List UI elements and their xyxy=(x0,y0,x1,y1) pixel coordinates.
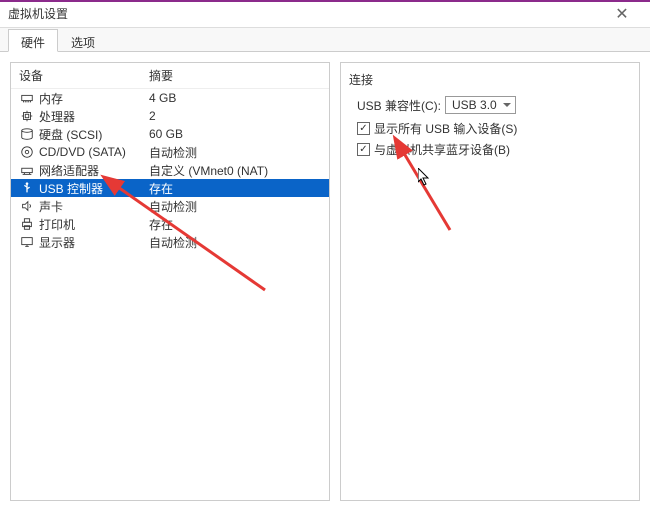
usb-icon xyxy=(19,180,35,196)
share-bluetooth-checkbox[interactable]: ✓ xyxy=(357,143,370,156)
device-summary: 4 GB xyxy=(149,91,321,105)
device-summary: 自动检测 xyxy=(149,234,321,251)
device-summary: 60 GB xyxy=(149,127,321,141)
connection-group-label: 连接 xyxy=(349,71,631,88)
device-name: 硬盘 (SCSI) xyxy=(39,126,149,143)
device-name: 声卡 xyxy=(39,198,149,215)
tab-hardware[interactable]: 硬件 xyxy=(8,29,58,52)
device-row-cpu[interactable]: 处理器2 xyxy=(11,107,329,125)
memory-icon xyxy=(19,90,35,106)
device-row-network[interactable]: 网络适配器自定义 (VMnet0 (NAT) xyxy=(11,161,329,179)
device-summary: 存在 xyxy=(149,180,321,197)
device-summary: 2 xyxy=(149,109,321,123)
device-summary: 自动检测 xyxy=(149,144,321,161)
device-name: 处理器 xyxy=(39,108,149,125)
sound-icon xyxy=(19,198,35,214)
disk-icon xyxy=(19,126,35,142)
device-name: USB 控制器 xyxy=(39,180,149,197)
device-row-printer[interactable]: 打印机存在 xyxy=(11,215,329,233)
show-all-usb-label: 显示所有 USB 输入设备(S) xyxy=(374,120,517,137)
device-name: 打印机 xyxy=(39,216,149,233)
header-summary: 摘要 xyxy=(149,67,321,84)
tab-options[interactable]: 选项 xyxy=(58,29,108,52)
device-summary: 存在 xyxy=(149,216,321,233)
device-summary: 自定义 (VMnet0 (NAT) xyxy=(149,162,321,179)
device-name: CD/DVD (SATA) xyxy=(39,145,149,159)
device-name: 内存 xyxy=(39,90,149,107)
device-summary: 自动检测 xyxy=(149,198,321,215)
display-icon xyxy=(19,234,35,250)
device-name: 网络适配器 xyxy=(39,162,149,179)
device-row-memory[interactable]: 内存4 GB xyxy=(11,89,329,107)
device-name: 显示器 xyxy=(39,234,149,251)
window-title: 虚拟机设置 xyxy=(8,5,602,22)
device-row-display[interactable]: 显示器自动检测 xyxy=(11,233,329,251)
printer-icon xyxy=(19,216,35,232)
connection-panel: 连接 USB 兼容性(C): USB 3.0 ✓ 显示所有 USB 输入设备(S… xyxy=(340,62,640,501)
share-bluetooth-label: 与虚拟机共享蓝牙设备(B) xyxy=(374,141,510,158)
device-row-sound[interactable]: 声卡自动检测 xyxy=(11,197,329,215)
cpu-icon xyxy=(19,108,35,124)
close-button[interactable]: ✕ xyxy=(602,0,642,28)
show-all-usb-checkbox[interactable]: ✓ xyxy=(357,122,370,135)
usb-compat-label: USB 兼容性(C): xyxy=(357,97,441,114)
usb-compat-select[interactable]: USB 3.0 xyxy=(445,96,516,114)
cd-icon xyxy=(19,144,35,160)
device-row-disk[interactable]: 硬盘 (SCSI)60 GB xyxy=(11,125,329,143)
usb-compat-value: USB 3.0 xyxy=(452,98,497,112)
network-icon xyxy=(19,162,35,178)
device-list-panel: 设备 摘要 内存4 GB处理器2硬盘 (SCSI)60 GBCD/DVD (SA… xyxy=(10,62,330,501)
device-row-usb[interactable]: USB 控制器存在 xyxy=(11,179,329,197)
header-device: 设备 xyxy=(19,67,149,84)
device-row-cd[interactable]: CD/DVD (SATA)自动检测 xyxy=(11,143,329,161)
